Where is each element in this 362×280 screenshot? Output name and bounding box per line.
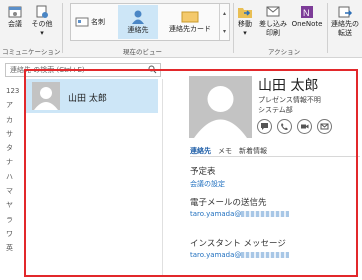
person-silhouette-icon bbox=[34, 87, 58, 110]
other-icon bbox=[36, 5, 48, 18]
contact-actions bbox=[257, 119, 332, 134]
group-label-actions: アクション bbox=[268, 48, 301, 56]
im-button[interactable] bbox=[257, 119, 272, 134]
tab-divider bbox=[190, 156, 360, 157]
video-button[interactable] bbox=[297, 119, 312, 134]
contact-card-icon bbox=[181, 11, 199, 23]
alpha-index-item[interactable]: サ bbox=[6, 127, 20, 141]
email-button[interactable] bbox=[317, 119, 332, 134]
ribbon-divider bbox=[62, 3, 63, 53]
scroll-up-icon[interactable]: ▴ bbox=[223, 10, 226, 17]
ribbon: 会議 その他 ▾ コミュニケーション 名刺 連絡先 連絡先カード ▴ ▾ 現在の… bbox=[0, 0, 362, 58]
forward-contact-button[interactable]: 連絡先の 転送 bbox=[330, 4, 360, 38]
alpha-index-item[interactable]: ア bbox=[6, 98, 20, 112]
mail-merge-label-line1: 差し込み bbox=[259, 20, 287, 28]
mail-merge-label-line2: 印刷 bbox=[266, 29, 280, 37]
forward-contact-icon bbox=[338, 6, 353, 18]
contact-name: 山田 太郎 bbox=[258, 78, 319, 94]
contact-photo bbox=[189, 76, 252, 138]
person-silhouette-icon bbox=[194, 86, 247, 138]
email-title: 電子メールの送信先 bbox=[190, 198, 267, 208]
alpha-index-item[interactable]: ヤ bbox=[6, 198, 20, 212]
alpha-index-item[interactable]: マ bbox=[6, 184, 20, 198]
ribbon-divider bbox=[233, 3, 234, 53]
email-address-text: taro.yamada@ bbox=[190, 210, 242, 218]
schedule-meeting-link[interactable]: 会議の設定 bbox=[190, 179, 225, 189]
other-label: その他 bbox=[31, 20, 53, 28]
video-icon bbox=[301, 124, 309, 129]
forward-contact-label-line1: 連絡先の bbox=[331, 20, 359, 28]
forward-contact-label-line2: 転送 bbox=[338, 29, 352, 37]
onenote-button[interactable]: N OneNote bbox=[291, 4, 323, 29]
view-business-card-label: 名刺 bbox=[91, 18, 105, 26]
other-button[interactable]: その他 ▾ bbox=[29, 4, 55, 38]
presence-status: プレゼンス情報不明 bbox=[258, 96, 321, 104]
email-address-link[interactable]: taro.yamada@ bbox=[190, 210, 290, 218]
contact-person-icon bbox=[132, 10, 144, 24]
move-button[interactable]: 移動 ▾ bbox=[236, 4, 254, 38]
view-contact-card[interactable]: 連絡先カード bbox=[161, 5, 219, 39]
view-contact-card-label: 連絡先カード bbox=[169, 25, 211, 33]
business-card-icon bbox=[75, 17, 89, 27]
gallery-scroll[interactable]: ▴ ▾ bbox=[219, 4, 229, 40]
redacted-domain bbox=[241, 252, 290, 258]
alpha-index-item[interactable]: タ bbox=[6, 141, 20, 155]
alphabet-index: 123 ア カ サ タ ナ ハ マ ヤ ラ ワ 英 bbox=[6, 84, 20, 256]
meeting-label: 会議 bbox=[8, 20, 22, 28]
redacted-domain bbox=[241, 211, 290, 217]
im-title: インスタント メッセージ bbox=[190, 239, 286, 249]
im-address-text: taro.yamada@ bbox=[190, 251, 242, 259]
view-gallery: 名刺 連絡先 連絡先カード ▴ ▾ bbox=[70, 3, 230, 41]
alpha-index-item[interactable]: ワ bbox=[6, 227, 20, 241]
search-icon[interactable] bbox=[148, 65, 157, 78]
mail-merge-icon bbox=[266, 6, 280, 17]
ribbon-divider bbox=[327, 3, 328, 53]
view-contact-label: 連絡先 bbox=[127, 26, 149, 34]
phone-icon bbox=[281, 123, 288, 130]
tab-notes[interactable]: メモ bbox=[218, 146, 232, 156]
onenote-icon: N bbox=[301, 6, 313, 18]
contact-tabs: 連絡先 メモ 新着情報 bbox=[190, 146, 267, 156]
meeting-icon bbox=[8, 6, 22, 18]
move-label: 移動 bbox=[238, 20, 252, 28]
alpha-index-item[interactable]: ナ bbox=[6, 155, 20, 169]
tab-whats-new[interactable]: 新着情報 bbox=[239, 146, 267, 156]
chevron-down-icon: ▾ bbox=[40, 29, 44, 37]
list-divider bbox=[162, 79, 163, 277]
mail-icon bbox=[320, 123, 329, 130]
chevron-down-icon: ▾ bbox=[243, 29, 247, 37]
company-name: システム部 bbox=[258, 106, 293, 114]
view-business-card[interactable]: 名刺 bbox=[72, 5, 118, 39]
alpha-index-item[interactable]: カ bbox=[6, 113, 20, 127]
view-contact[interactable]: 連絡先 bbox=[118, 5, 158, 39]
group-label-current-view: 現在のビュー bbox=[123, 48, 162, 56]
move-folder-icon bbox=[238, 8, 252, 18]
avatar bbox=[32, 82, 60, 110]
alpha-index-item[interactable]: 123 bbox=[6, 84, 20, 98]
alpha-index-item[interactable]: 英 bbox=[6, 241, 20, 255]
im-address-link[interactable]: taro.yamada@ bbox=[190, 251, 290, 259]
list-item-name: 山田 太郎 bbox=[68, 94, 107, 104]
schedule-title: 予定表 bbox=[190, 167, 216, 177]
onenote-label: OneNote bbox=[291, 20, 323, 28]
alpha-index-item[interactable]: ラ bbox=[6, 213, 20, 227]
chat-icon bbox=[261, 123, 268, 130]
meeting-button[interactable]: 会議 bbox=[4, 4, 26, 29]
call-button[interactable] bbox=[277, 119, 292, 134]
scroll-down-icon[interactable]: ▾ bbox=[223, 28, 226, 35]
svg-text:N: N bbox=[303, 8, 310, 18]
mail-merge-button[interactable]: 差し込み 印刷 bbox=[257, 4, 289, 38]
alpha-index-item[interactable]: ハ bbox=[6, 170, 20, 184]
tab-contact[interactable]: 連絡先 bbox=[190, 146, 211, 156]
search-placeholder: 連絡先 の検索 (Ctrl+E) bbox=[10, 66, 85, 74]
search-input[interactable]: 連絡先 の検索 (Ctrl+E) bbox=[5, 63, 161, 77]
group-label-communication: コミュニケーション bbox=[2, 48, 61, 56]
